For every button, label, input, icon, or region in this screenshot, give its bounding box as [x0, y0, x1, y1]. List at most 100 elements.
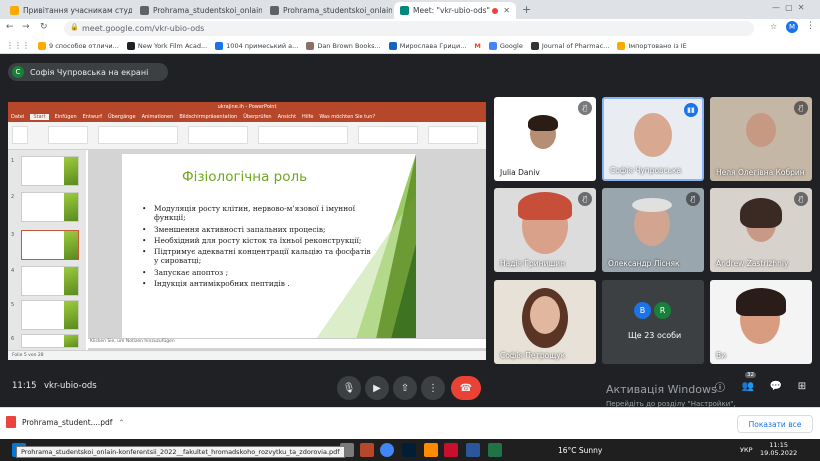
weather-widget[interactable]: 16°C Sunny — [558, 446, 602, 455]
presenter-chip: С Софія Чупровська на екрані — [8, 63, 168, 81]
video-face — [634, 113, 672, 157]
tab-favicon-icon — [10, 6, 19, 15]
participant-tile[interactable]: Julia Daniv 🎙̸ — [494, 97, 596, 181]
speaking-indicator-icon: ▮▮ — [684, 103, 698, 117]
more-vert-icon: ⋮ — [428, 382, 438, 394]
bookmark-item[interactable]: 9 способов отличи... — [38, 41, 119, 50]
participant-tile[interactable]: Неля Олегівна Кобрин 🎙̸ — [710, 97, 812, 181]
pdf-reader-icon[interactable] — [444, 443, 458, 457]
video-face — [530, 296, 560, 334]
bookmark-item[interactable]: Мирослава Грици... — [388, 41, 466, 50]
excel-icon[interactable] — [488, 443, 502, 457]
info-icon[interactable]: ⓘ — [712, 378, 728, 394]
video-hair — [740, 198, 782, 228]
ppt-ribbon — [8, 122, 486, 150]
profile-avatar[interactable]: M — [786, 21, 798, 33]
bookmark-item[interactable]: Google — [488, 41, 523, 50]
leave-call-button[interactable]: ☎ — [451, 376, 481, 400]
system-clock[interactable]: 11:15 19.05.2022 — [760, 441, 797, 457]
ribbon-edit-group — [428, 126, 478, 144]
language-indicator[interactable]: УКР — [740, 446, 753, 454]
bullet-item: • Підтримує адекватні концентрації кальці… — [142, 247, 371, 266]
bullet-icon: • — [142, 267, 147, 277]
forward-icon[interactable]: → — [22, 22, 30, 32]
video-hair — [736, 288, 786, 316]
star-icon[interactable]: ☆ — [770, 22, 777, 31]
participant-tile[interactable]: Софія Петрощук — [494, 280, 596, 364]
tab-program-2[interactable]: Prohrama_studentskoi_onlain-k...✕ — [264, 2, 392, 19]
chrome-icon[interactable] — [380, 443, 394, 457]
download-item[interactable]: Prohrama_student....pdf ⌃ — [6, 416, 125, 428]
mic-off-icon: 🎙̸ — [794, 101, 808, 115]
notes-pane: Klicken Sie, um Notizen hinzuzufügen — [88, 338, 486, 348]
video-hair — [518, 192, 572, 220]
show-all-downloads-button[interactable]: Показати все — [737, 415, 813, 433]
slide-bullets: • Модуляція росту клітин, нервово-м’язово… — [142, 204, 372, 290]
activities-icon[interactable]: ⊞ — [794, 378, 810, 394]
participant-tile[interactable]: Andrew Zastrizhniy 🎙̸ — [710, 188, 812, 272]
windows-activation-title: Активація Windows — [606, 383, 717, 396]
apps-icon[interactable]: ⋮⋮⋮ — [6, 41, 30, 50]
participant-tile[interactable]: Надія Гринишин 🎙̸ — [494, 188, 596, 272]
ppt-ribbon-tabs: Datei Start Einfügen Entwurf Übergänge A… — [8, 112, 486, 122]
camera-icon: ▶ — [373, 382, 381, 394]
participant-avatar: B — [634, 302, 651, 319]
slide-thumbnails: 1 2 3 4 5 6 — [8, 150, 86, 350]
powerpoint-icon[interactable] — [360, 443, 374, 457]
bookmark-gmail[interactable]: M — [474, 42, 480, 50]
taskbar-tooltip: Prohrama_studentskoi_onlain-konferentsii… — [16, 446, 345, 458]
participant-count-badge: 32 — [745, 372, 756, 378]
bookmark-item[interactable]: Journal of Pharmac... — [530, 41, 609, 50]
back-icon[interactable]: ← — [6, 22, 14, 32]
present-button[interactable]: ⇧ — [393, 376, 417, 400]
ribbon-paragraph-group — [188, 126, 248, 144]
address-bar-row: ← → ↻ 🔒 meet.google.com/vkr-ubio-ods ☆ M… — [0, 19, 820, 38]
bookmark-folder[interactable]: Імпортовано із IE — [617, 41, 687, 50]
ribbon-drawing-group — [258, 126, 348, 144]
more-options-button[interactable]: ⋮ — [421, 376, 445, 400]
shared-screen: ukrajine.ih - PowerPoint Datei Start Ein… — [8, 102, 486, 360]
url-input[interactable]: 🔒 meet.google.com/vkr-ubio-ods — [64, 21, 754, 36]
bullet-icon: • — [142, 278, 147, 288]
vlc-icon[interactable] — [424, 443, 438, 457]
participant-tile[interactable]: Олександр Лісняк 🎙̸ — [602, 188, 704, 272]
window-controls[interactable]: — ▢ ✕ — [772, 3, 804, 12]
presenter-avatar: С — [12, 66, 24, 78]
chevron-up-icon[interactable]: ⌃ — [118, 418, 124, 427]
more-participants-tile[interactable]: B R Ще 23 особи — [602, 280, 704, 364]
meet-control-bar: 11:15 vkr-ubio-ods 🎙 ▶ ⇧ ⋮ ☎ Активація W… — [0, 369, 820, 417]
slide-thumbnail — [21, 192, 79, 222]
current-slide: Фізіологічна роль • Модуляція росту кліти… — [122, 154, 416, 339]
browser-tab-bar: Привітання учасникам студент...✕ Prohram… — [0, 0, 820, 19]
slide-thumbnail — [21, 266, 79, 296]
photoshop-icon[interactable] — [402, 443, 416, 457]
lock-icon: 🔒 — [70, 23, 79, 31]
chat-icon[interactable]: 💬 — [768, 378, 784, 394]
bookmark-item[interactable]: 1004 примеський а... — [215, 41, 298, 50]
bookmark-item[interactable]: Dan Brown Books... — [306, 41, 381, 50]
camera-button[interactable]: ▶ — [365, 376, 389, 400]
download-bar: Prohrama_student....pdf ⌃ Показати все — [0, 407, 820, 439]
participant-tile-speaking[interactable]: Софія Чупровська ▮▮ — [602, 97, 704, 181]
tab-program-1[interactable]: Prohrama_studentskoi_onlain-k...✕ — [134, 2, 262, 19]
slide-thumbnail — [21, 300, 79, 330]
meeting-clock: 11:15 — [12, 381, 37, 391]
reload-icon[interactable]: ↻ — [40, 22, 48, 32]
mic-off-icon: 🎙̸ — [686, 192, 700, 206]
meet-favicon-icon — [400, 6, 409, 15]
people-icon[interactable]: 👥 — [740, 378, 756, 394]
tab-greeting[interactable]: Привітання учасникам студент...✕ — [4, 2, 132, 19]
video-hair — [528, 115, 558, 131]
tab-meet[interactable]: Meet: "vkr-ubio-ods" ✕ — [394, 2, 516, 19]
participant-avatar: R — [654, 302, 671, 319]
self-view-tile[interactable]: Ви — [710, 280, 812, 364]
new-tab-button[interactable]: + — [522, 3, 531, 16]
bookmark-item[interactable]: New York Film Acad... — [126, 41, 207, 50]
mic-button[interactable]: 🎙 — [337, 376, 361, 400]
menu-icon[interactable]: ⋮ — [806, 21, 815, 31]
word-icon[interactable] — [466, 443, 480, 457]
bookmarks-bar: ⋮⋮⋮ 9 способов отличи... New York Film A… — [0, 38, 820, 54]
close-icon[interactable]: ✕ — [499, 6, 510, 15]
bullet-icon: • — [142, 224, 147, 234]
bullet-icon: • — [142, 204, 147, 213]
